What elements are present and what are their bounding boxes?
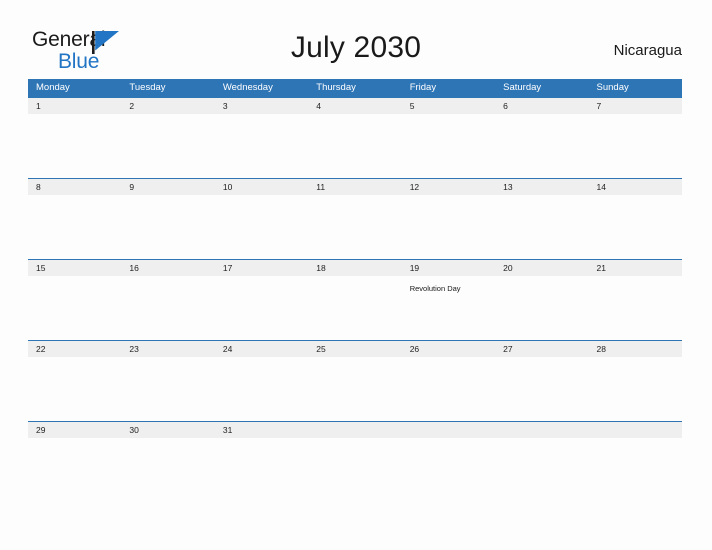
week-date-band: 1 2 3 4 5 6 7 [28, 98, 682, 114]
calendar-week-row: 8 9 10 11 12 13 14 [28, 178, 682, 259]
week-date-band: 15 16 17 18 19 20 21 [28, 260, 682, 276]
day-number[interactable]: 7 [589, 98, 682, 114]
day-number[interactable]: 20 [495, 260, 588, 276]
weekday-header-friday: Friday [409, 82, 437, 93]
week-event-area [28, 438, 682, 502]
day-cell[interactable] [215, 195, 308, 259]
day-cell[interactable] [402, 114, 495, 178]
day-number[interactable]: 5 [402, 98, 495, 114]
day-number[interactable]: 4 [308, 98, 401, 114]
weekday-header-sunday: Sunday [596, 82, 629, 93]
day-number[interactable]: 19 [402, 260, 495, 276]
day-cell[interactable] [402, 195, 495, 259]
day-cell-empty [308, 438, 401, 502]
weekday-header-saturday: Saturday [503, 82, 542, 93]
day-number[interactable]: 15 [28, 260, 121, 276]
day-number[interactable]: 24 [215, 341, 308, 357]
day-cell[interactable] [215, 114, 308, 178]
day-number[interactable]: 21 [589, 260, 682, 276]
day-cell[interactable] [121, 114, 214, 178]
day-cell-empty [495, 438, 588, 502]
weekday-header-tuesday: Tuesday [129, 82, 166, 93]
weekday-header-wednesday: Wednesday [222, 82, 273, 93]
day-number[interactable]: 12 [402, 179, 495, 195]
day-number[interactable]: 22 [28, 341, 121, 357]
day-number[interactable]: 23 [121, 341, 214, 357]
weekday-header-monday: Monday [36, 82, 70, 93]
page-title: July 2030 [290, 31, 422, 64]
day-number[interactable]: 26 [402, 341, 495, 357]
day-number[interactable]: 29 [28, 422, 121, 438]
day-number[interactable]: 18 [308, 260, 401, 276]
week-date-band: 29 30 31 [28, 422, 682, 438]
day-number[interactable]: 16 [121, 260, 214, 276]
day-number[interactable]: 17 [215, 260, 308, 276]
calendar-week-row: 1 2 3 4 5 6 7 [28, 97, 682, 178]
day-cell[interactable] [495, 357, 588, 421]
day-cell[interactable] [28, 195, 121, 259]
week-date-band: 8 9 10 11 12 13 14 [28, 179, 682, 195]
day-cell[interactable] [121, 195, 214, 259]
day-cell[interactable] [589, 114, 682, 178]
day-cell[interactable]: Revolution Day [402, 276, 495, 340]
day-number-empty [495, 422, 588, 438]
day-number-empty [402, 422, 495, 438]
day-number[interactable]: 28 [589, 341, 682, 357]
day-number[interactable]: 25 [308, 341, 401, 357]
calendar-week-row: 15 16 17 18 19 20 21 Revolution Day [28, 259, 682, 340]
day-event-text: Revolution Day [409, 284, 461, 293]
week-date-band: 22 23 24 25 26 27 28 [28, 341, 682, 357]
country-label: Nicaragua [613, 42, 682, 59]
day-cell[interactable] [308, 114, 401, 178]
day-cell[interactable] [121, 276, 214, 340]
day-number[interactable]: 9 [121, 179, 214, 195]
week-event-area [28, 195, 682, 259]
day-cell[interactable] [28, 438, 121, 502]
day-cell[interactable] [589, 276, 682, 340]
day-number[interactable]: 1 [28, 98, 121, 114]
day-number-empty [589, 422, 682, 438]
day-cell[interactable] [28, 114, 121, 178]
weekday-header-row: Monday Tuesday Wednesday Thursday Friday… [28, 79, 682, 97]
week-event-area [28, 357, 682, 421]
day-number[interactable]: 3 [215, 98, 308, 114]
day-cell[interactable] [308, 195, 401, 259]
day-number[interactable]: 11 [308, 179, 401, 195]
calendar-week-row: 29 30 31 [28, 421, 682, 502]
week-event-area: Revolution Day [28, 276, 682, 340]
page-header: General Blue July 2030 Nicaragua [0, 0, 712, 79]
day-cell[interactable] [215, 438, 308, 502]
day-cell[interactable] [121, 438, 214, 502]
day-number[interactable]: 14 [589, 179, 682, 195]
day-cell[interactable] [589, 195, 682, 259]
day-cell[interactable] [215, 357, 308, 421]
day-cell[interactable] [28, 276, 121, 340]
day-cell[interactable] [308, 276, 401, 340]
day-number[interactable]: 27 [495, 341, 588, 357]
day-cell-empty [589, 438, 682, 502]
day-cell[interactable] [121, 357, 214, 421]
day-cell[interactable] [402, 357, 495, 421]
day-cell[interactable] [589, 357, 682, 421]
day-cell[interactable] [495, 195, 588, 259]
calendar-table: Monday Tuesday Wednesday Thursday Friday… [28, 79, 682, 502]
day-number[interactable]: 10 [215, 179, 308, 195]
day-cell-empty [402, 438, 495, 502]
day-cell[interactable] [308, 357, 401, 421]
day-number[interactable]: 8 [28, 179, 121, 195]
day-cell[interactable] [28, 357, 121, 421]
day-cell[interactable] [495, 114, 588, 178]
day-number[interactable]: 31 [215, 422, 308, 438]
day-number[interactable]: 30 [121, 422, 214, 438]
calendar-week-row: 22 23 24 25 26 27 28 [28, 340, 682, 421]
day-cell[interactable] [495, 276, 588, 340]
day-number-empty [308, 422, 401, 438]
day-number[interactable]: 13 [495, 179, 588, 195]
weekday-header-thursday: Thursday [316, 82, 356, 93]
day-number[interactable]: 2 [121, 98, 214, 114]
week-event-area [28, 114, 682, 178]
day-number[interactable]: 6 [495, 98, 588, 114]
day-cell[interactable] [215, 276, 308, 340]
